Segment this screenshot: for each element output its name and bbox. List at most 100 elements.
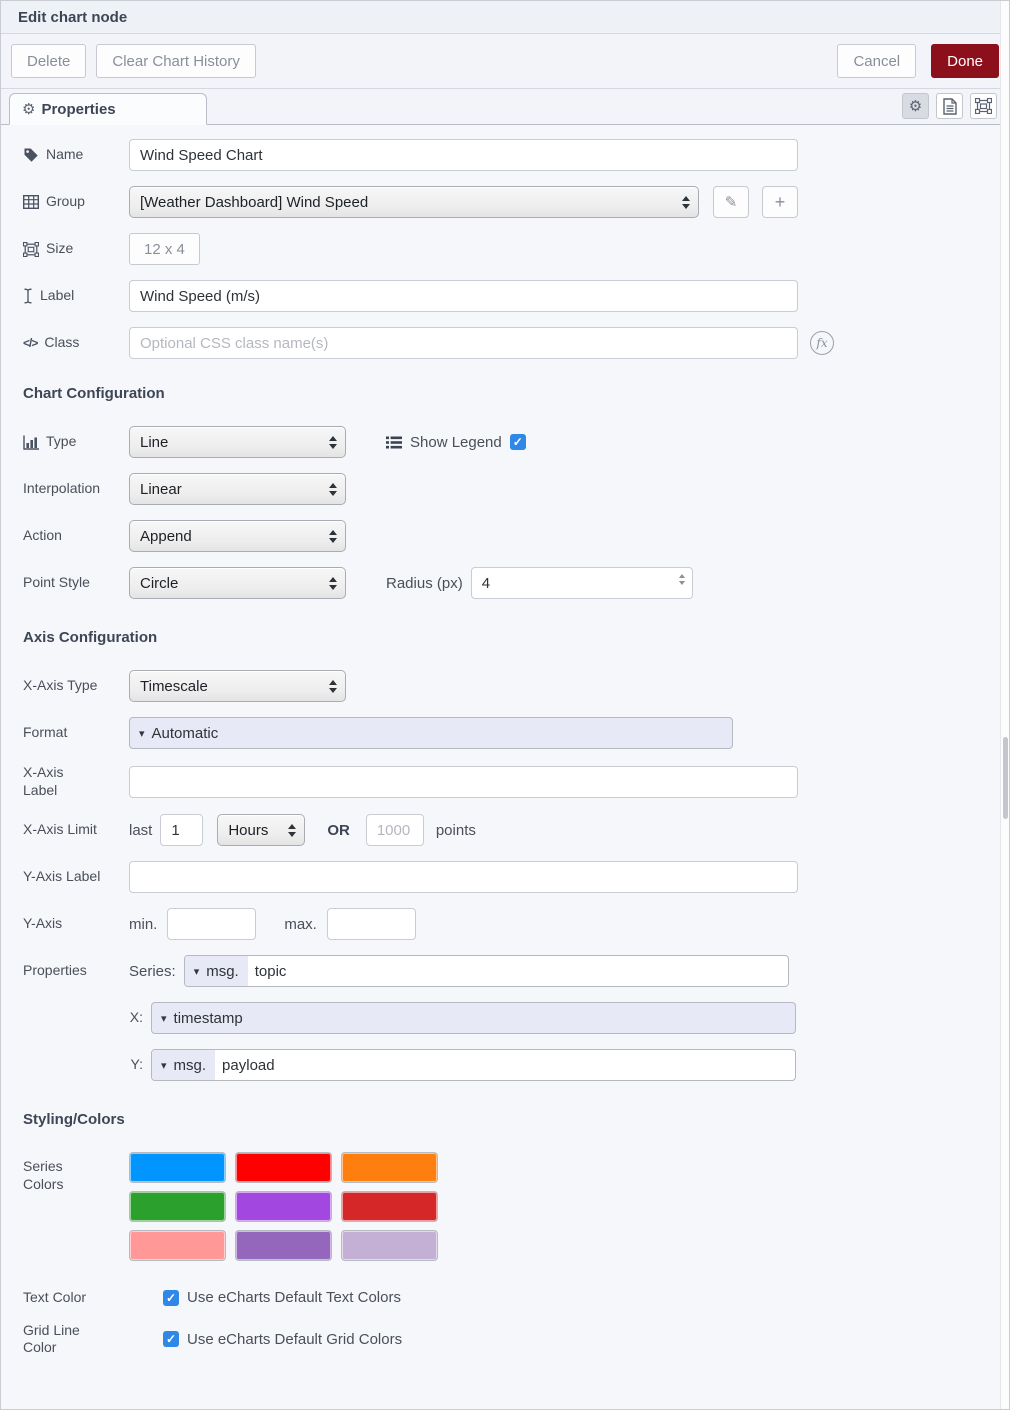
tag-icon [23, 147, 39, 163]
text-color-row: Text Color ✓ Use eCharts Default Text Co… [23, 1289, 989, 1307]
point-style-select[interactable]: Circle [129, 567, 346, 599]
label-input[interactable] [129, 280, 798, 312]
radius-input[interactable] [471, 567, 693, 599]
color-swatch[interactable] [235, 1191, 332, 1222]
type-select[interactable]: Line [129, 426, 346, 458]
min-label: min. [129, 916, 157, 933]
node-appearance-icon-button[interactable] [970, 93, 997, 119]
size-label: Size [23, 240, 129, 258]
series-typed-input[interactable]: ▾ msg. topic [184, 955, 789, 987]
x-axis-label-input[interactable] [129, 766, 798, 798]
color-swatch[interactable] [341, 1152, 438, 1183]
format-row: Format ▾ Automatic [23, 717, 989, 749]
edit-group-button[interactable]: ✎ [713, 186, 749, 218]
color-swatch[interactable] [235, 1152, 332, 1183]
series-value[interactable]: topic [248, 956, 788, 986]
color-swatch[interactable] [129, 1191, 226, 1222]
node-description-icon-button[interactable] [936, 93, 963, 119]
grid-color-label: Grid Line Color [23, 1322, 163, 1357]
scrollbar-thumb[interactable] [1003, 737, 1008, 819]
interpolation-label: Interpolation [23, 480, 129, 498]
use-default-grid-colors-checkbox[interactable]: ✓ [163, 1331, 179, 1347]
dialog-header: Edit chart node [1, 1, 1009, 34]
x-axis-type-row: X-Axis Type Timescale [23, 670, 989, 702]
plus-icon: + [775, 192, 786, 213]
color-swatch[interactable] [341, 1230, 438, 1261]
delete-button[interactable]: Delete [11, 44, 86, 78]
color-swatch[interactable] [129, 1230, 226, 1261]
y-axis-min-input[interactable] [167, 908, 256, 940]
format-type-button[interactable]: ▾ Automatic [130, 718, 227, 748]
group-select[interactable]: [Weather Dashboard] Wind Speed [129, 186, 699, 218]
show-legend-label: Show Legend [410, 434, 502, 451]
select-arrows-icon [329, 680, 337, 693]
table-icon [23, 195, 39, 209]
select-arrows-icon [329, 436, 337, 449]
text-color-label: Text Color [23, 1289, 163, 1307]
y-property-label: Y: [23, 1056, 151, 1074]
color-swatch[interactable] [235, 1230, 332, 1261]
y-value[interactable]: payload [215, 1050, 795, 1080]
number-spinner-icon[interactable] [679, 574, 685, 585]
size-row: Size 12 x 4 [23, 233, 989, 265]
done-button[interactable]: Done [931, 44, 999, 78]
x-property-label: X: [23, 1009, 151, 1027]
show-legend-checkbox[interactable]: ✓ [510, 434, 526, 450]
x-axis-limit-row: X-Axis Limit last Hours OR points [23, 814, 989, 846]
point-style-label: Point Style [23, 574, 129, 592]
x-axis-type-select[interactable]: Timescale [129, 670, 346, 702]
size-button[interactable]: 12 x 4 [129, 233, 200, 265]
format-label: Format [23, 724, 129, 742]
clear-chart-history-button[interactable]: Clear Chart History [96, 44, 256, 78]
vertical-scrollbar[interactable] [1000, 1, 1009, 1410]
y-axis-max-input[interactable] [327, 908, 416, 940]
object-group-icon [23, 242, 39, 257]
add-group-button[interactable]: + [762, 186, 798, 218]
class-label: </> Class [23, 334, 129, 352]
cancel-button[interactable]: Cancel [837, 44, 916, 78]
name-input[interactable] [129, 139, 798, 171]
use-default-text-colors-label: Use eCharts Default Text Colors [187, 1289, 401, 1306]
appearance-icon [975, 98, 992, 114]
dropdown-caret-icon: ▾ [194, 965, 200, 978]
gear-icon: ⚙ [909, 99, 922, 114]
select-arrows-icon [329, 577, 337, 590]
interpolation-select[interactable]: Linear [129, 473, 346, 505]
edit-properties-icon-button[interactable]: ⚙ [902, 93, 929, 119]
name-label: Name [23, 146, 129, 164]
x-axis-limit-unit-select[interactable]: Hours [217, 814, 305, 846]
bar-chart-icon [23, 435, 39, 450]
show-legend-group: Show Legend ✓ [386, 434, 526, 451]
series-type-button[interactable]: ▾ msg. [185, 956, 248, 986]
tab-properties[interactable]: ⚙ Properties [9, 93, 207, 125]
y-property-row: Y: ▾ msg. payload [23, 1049, 989, 1081]
class-input[interactable] [129, 327, 798, 359]
x-axis-limit-last-input[interactable] [160, 814, 203, 846]
properties-label: Properties [23, 962, 129, 980]
y-type-button[interactable]: ▾ msg. [152, 1050, 215, 1080]
grid-color-row: Grid Line Color ✓ Use eCharts Default Gr… [23, 1322, 989, 1357]
x-property-row: X: ▾ timestamp [23, 1002, 989, 1034]
y-axis-label-input[interactable] [129, 861, 798, 893]
list-icon [386, 436, 402, 449]
x-type-button[interactable]: ▾ timestamp [152, 1003, 252, 1033]
use-default-text-colors-checkbox[interactable]: ✓ [163, 1290, 179, 1306]
action-select[interactable]: Append [129, 520, 346, 552]
properties-form: Name Group [Weather Dashboard] Wind Spee… [1, 125, 1009, 1357]
format-typed-input[interactable]: ▾ Automatic [129, 717, 733, 749]
radius-label: Radius (px) [386, 575, 463, 592]
series-label: Series: [129, 963, 176, 980]
y-typed-input[interactable]: ▾ msg. payload [151, 1049, 796, 1081]
i-cursor-icon [23, 288, 33, 304]
color-swatch[interactable] [129, 1152, 226, 1183]
series-colors-row: Series Colors [23, 1152, 989, 1261]
chart-configuration-heading: Chart Configuration [23, 385, 989, 402]
x-typed-input[interactable]: ▾ timestamp [151, 1002, 796, 1034]
interpolation-row: Interpolation Linear [23, 473, 989, 505]
color-swatch[interactable] [341, 1191, 438, 1222]
x-axis-limit-points-input[interactable] [366, 814, 424, 846]
points-label: points [436, 822, 476, 839]
properties-gear-icon: ⚙ [22, 102, 35, 117]
axis-configuration-heading: Axis Configuration [23, 629, 989, 646]
fx-icon: fx [810, 331, 834, 355]
